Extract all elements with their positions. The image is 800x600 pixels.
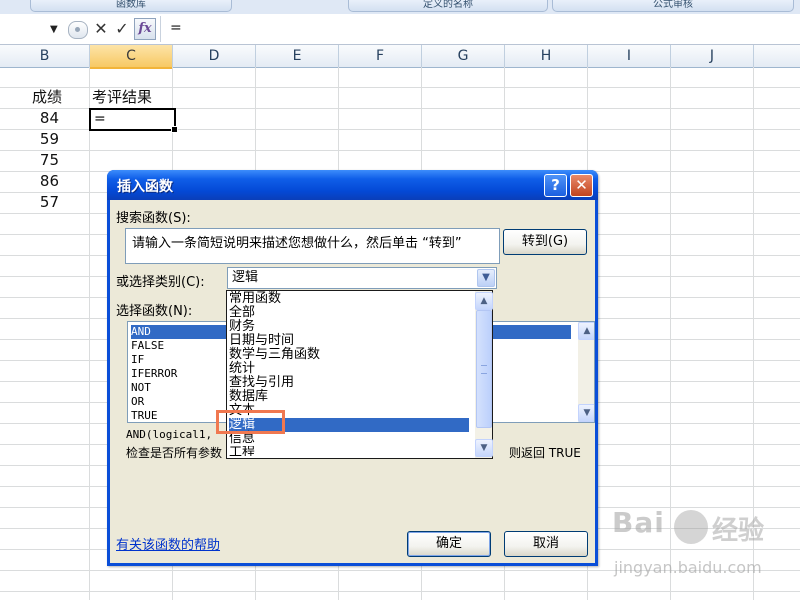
score-cell[interactable]: 84	[20, 108, 59, 129]
column-header-d[interactable]: D	[173, 45, 256, 67]
column-header-c[interactable]: C	[90, 45, 173, 69]
ribbon-group-defined-names[interactable]: 定义的名称	[348, 0, 548, 12]
active-cell-value: =	[94, 111, 106, 127]
column-header-h[interactable]: H	[505, 45, 588, 67]
column-header-g[interactable]: G	[422, 45, 505, 67]
score-cell[interactable]: 75	[20, 150, 59, 171]
cell-c-header[interactable]: 考评结果	[92, 87, 172, 108]
go-button[interactable]: 转到(G)	[503, 229, 587, 255]
cell-b-header[interactable]: 成绩	[32, 87, 88, 108]
scroll-down-icon[interactable]: ▼	[578, 404, 594, 422]
column-header-f[interactable]: F	[339, 45, 422, 67]
category-selected-value: 逻辑	[232, 270, 259, 285]
watermark-url: jingyan.baidu.com	[614, 558, 762, 577]
category-option[interactable]: 查找与引用	[229, 376, 469, 390]
category-option[interactable]: 工程	[229, 446, 469, 456]
ok-button[interactable]: 确定	[407, 531, 491, 557]
ribbon-strip: 函数库 定义的名称 公式审核	[0, 0, 800, 15]
formula-bar-input[interactable]: =	[170, 20, 182, 36]
search-function-input[interactable]: 请输入一条简短说明来描述您想做什么，然后单击 “转到”	[125, 228, 500, 264]
scroll-up-icon[interactable]: ▲	[475, 292, 493, 310]
category-option[interactable]: 全部	[229, 306, 469, 320]
scroll-up-icon[interactable]: ▲	[578, 322, 594, 340]
grid-line	[89, 67, 90, 600]
function-description-end: 则返回 TRUE	[509, 446, 581, 460]
dialog-title-bar[interactable]: 插入函数 ? ✕	[107, 170, 598, 200]
score-cell[interactable]: 57	[20, 192, 59, 213]
column-header-e[interactable]: E	[256, 45, 339, 67]
search-function-label: 搜索函数(S):	[116, 211, 191, 226]
formula-bar: ▼ ✕ ✓ fx =	[0, 14, 800, 45]
formula-bar-resize-icon[interactable]	[68, 21, 88, 39]
grid-line	[0, 150, 800, 151]
category-label: 或选择类别(C):	[116, 275, 205, 290]
category-dropdown-scrollbar[interactable]: ▲ ▼	[475, 291, 493, 458]
insert-function-button[interactable]: fx	[134, 18, 156, 40]
watermark-cn: 经验	[712, 516, 765, 546]
annotation-highlight-box	[216, 410, 285, 434]
watermark-logo: Bai	[612, 506, 665, 539]
cancel-icon[interactable]: ✕	[92, 19, 110, 39]
category-option[interactable]: 数学与三角函数	[229, 348, 469, 362]
cancel-button[interactable]: 取消	[504, 531, 588, 557]
category-option[interactable]: 常用函数	[229, 292, 469, 306]
category-option[interactable]: 数据库	[229, 390, 469, 404]
help-icon[interactable]: ?	[544, 174, 567, 197]
category-option[interactable]: 统计	[229, 362, 469, 376]
scrollbar-grip-icon	[481, 365, 487, 374]
column-header-i[interactable]: I	[588, 45, 671, 67]
chevron-down-icon[interactable]: ▼	[477, 269, 495, 287]
function-signature: AND(logical1,	[126, 428, 213, 441]
function-help-link[interactable]: 有关该函数的帮助	[116, 534, 220, 553]
column-header-b[interactable]: B	[0, 45, 90, 67]
function-description-start: 检查是否所有参数	[126, 446, 223, 460]
column-header-row: B C D E F G H I J	[0, 45, 800, 69]
active-cell-c3[interactable]: =	[89, 108, 178, 133]
select-function-label: 选择函数(N):	[116, 304, 193, 319]
grid-line	[0, 591, 800, 592]
scrollbar-thumb[interactable]	[476, 310, 492, 428]
category-option[interactable]: 日期与时间	[229, 334, 469, 348]
category-option[interactable]: 财务	[229, 320, 469, 334]
ribbon-group-formula-auditing[interactable]: 公式审核	[552, 0, 794, 12]
function-list-scrollbar[interactable]: ▲ ▼	[578, 322, 594, 422]
ribbon-group-function-library[interactable]: 函数库	[30, 0, 232, 12]
paw-icon	[674, 510, 708, 544]
dialog-title: 插入函数	[117, 179, 173, 195]
name-box-dropdown-icon[interactable]: ▼	[50, 24, 60, 35]
column-header-j[interactable]: J	[671, 45, 754, 67]
close-icon[interactable]: ✕	[570, 174, 593, 197]
formula-bar-divider	[160, 16, 161, 42]
enter-icon[interactable]: ✓	[113, 19, 131, 39]
score-cell[interactable]: 59	[20, 129, 59, 150]
score-cell[interactable]: 86	[20, 171, 59, 192]
scroll-down-icon[interactable]: ▼	[475, 439, 493, 457]
search-function-text: 请输入一条简短说明来描述您想做什么，然后单击 “转到”	[132, 236, 462, 251]
baidu-jingyan-watermark: Bai 经验 jingyan.baidu.com	[612, 506, 792, 590]
category-select[interactable]: 逻辑 ▼	[227, 267, 497, 289]
category-option[interactable]: 信息	[229, 432, 469, 446]
